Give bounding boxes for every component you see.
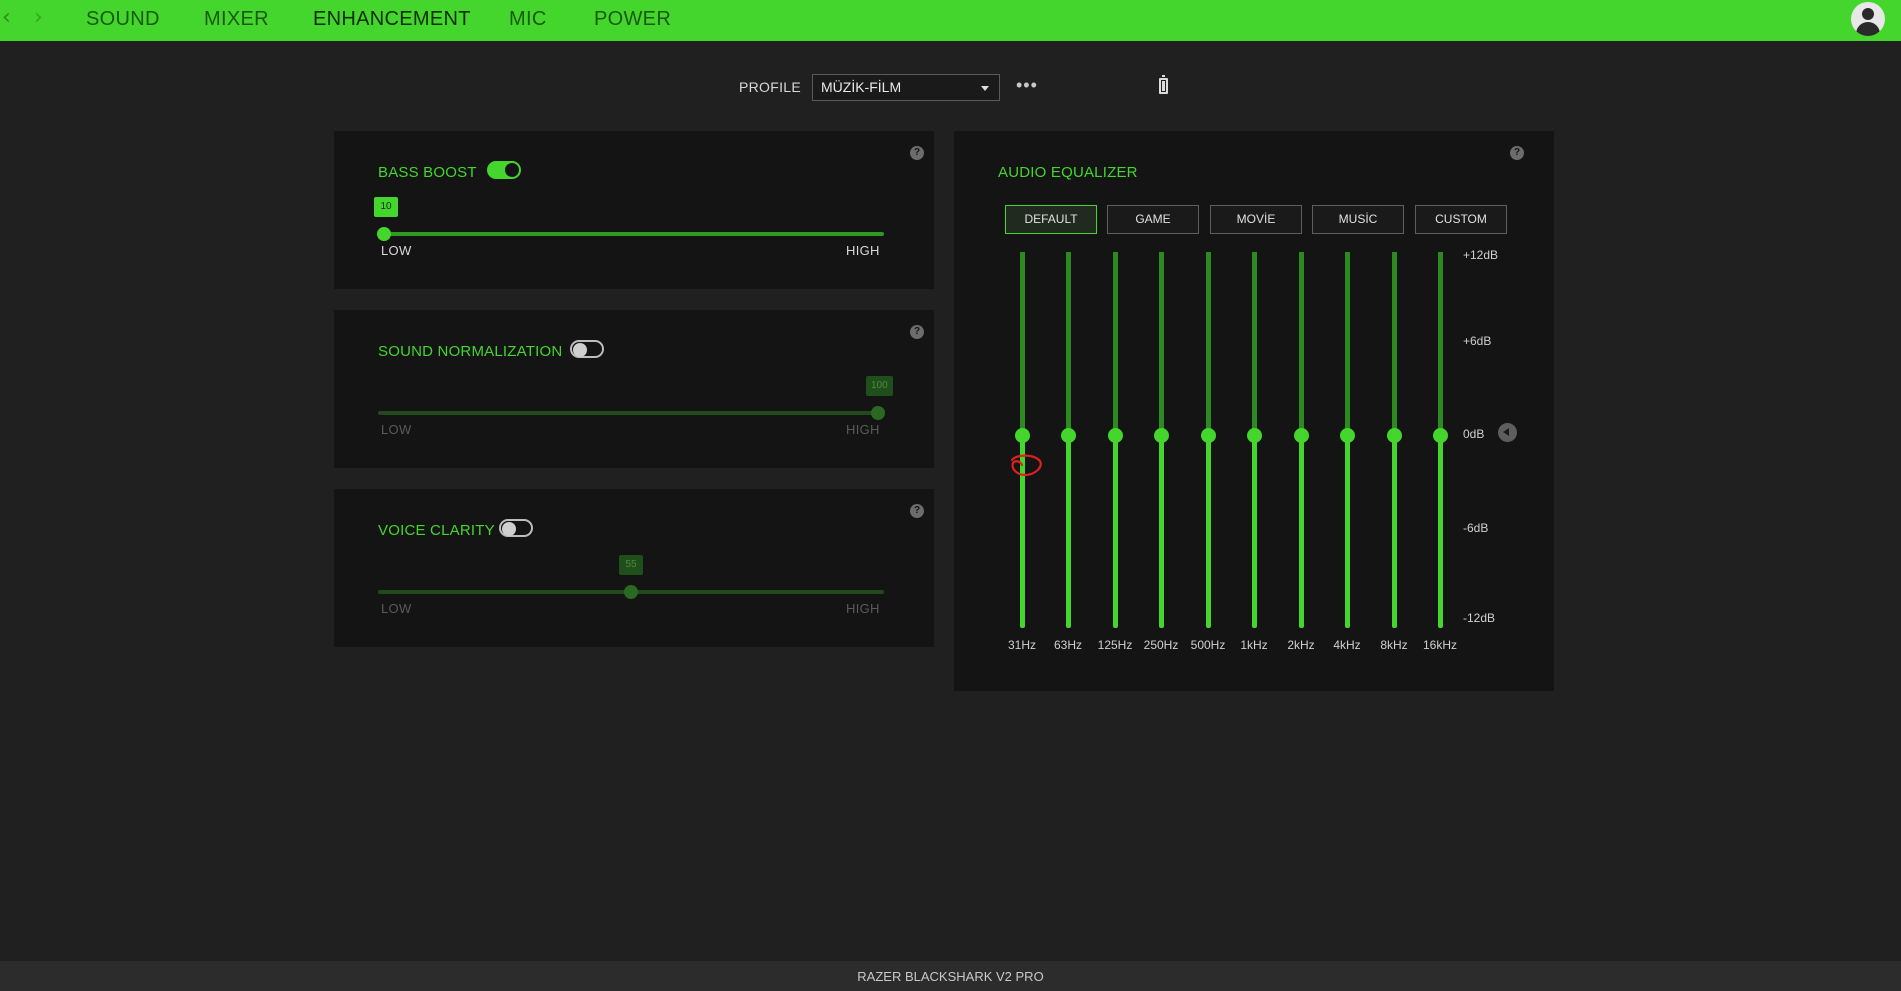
battery-icon (1159, 75, 1168, 94)
profile-dropdown[interactable]: MÜZİK-FİLM (812, 74, 1000, 101)
eq-freq-label: 16kHz (1422, 638, 1457, 652)
eq-band-8khz[interactable] (1379, 252, 1409, 628)
bass-boost-value-badge: 10 (374, 197, 398, 217)
preset-music-button[interactable]: MUSİC (1312, 205, 1404, 234)
bass-boost-toggle[interactable] (487, 161, 521, 179)
eq-band-thumb[interactable] (1015, 428, 1030, 443)
eq-band-1khz[interactable] (1239, 252, 1269, 628)
db-label-minus12: -12dB (1463, 611, 1496, 625)
preset-custom-button[interactable]: CUSTOM (1415, 205, 1507, 234)
preset-movie-button[interactable]: MOVİE (1210, 205, 1302, 234)
voice-clarity-slider-thumb[interactable] (624, 585, 638, 599)
sound-normalization-slider-track[interactable] (378, 411, 884, 415)
eq-band-thumb[interactable] (1433, 428, 1448, 443)
db-label-plus6: +6dB (1463, 334, 1492, 348)
eq-band-thumb[interactable] (1387, 428, 1402, 443)
voice-clarity-toggle[interactable] (499, 519, 533, 537)
tab-power[interactable]: POWER (594, 8, 671, 30)
bass-boost-high-label: HIGH (846, 243, 880, 258)
footer-bar: RAZER BLACKSHARK V2 PRO (0, 961, 1901, 991)
chevron-left-icon[interactable]: ‹ (2, 6, 11, 30)
help-icon[interactable]: ? (910, 504, 924, 518)
eq-band-thumb[interactable] (1061, 428, 1076, 443)
eq-band-thumb[interactable] (1108, 428, 1123, 443)
voice-clarity-high-label: HIGH (846, 601, 880, 616)
bass-boost-slider-track[interactable] (378, 232, 884, 236)
voice-clarity-value-badge: 55 (619, 555, 643, 575)
eq-band-thumb[interactable] (1294, 428, 1309, 443)
eq-band-31hz[interactable] (1007, 252, 1037, 628)
caret-down-icon (981, 86, 989, 91)
db-label-plus12: +12dB (1463, 248, 1499, 262)
eq-band-thumb[interactable] (1201, 428, 1216, 443)
eq-band-thumb[interactable] (1247, 428, 1262, 443)
reset-arrow-icon[interactable] (1498, 423, 1517, 442)
bass-boost-slider-thumb[interactable] (377, 227, 391, 241)
sound-normalization-panel: ? SOUND NORMALIZATION 100 LOW HIGH (334, 310, 934, 468)
sound-normalization-high-label: HIGH (846, 422, 880, 437)
chevron-right-icon[interactable]: › (34, 6, 43, 30)
sound-normalization-title: SOUND NORMALIZATION (378, 343, 563, 360)
profile-selected-value: MÜZİK-FİLM (821, 79, 902, 95)
annotation-circle-mark (1010, 454, 1042, 477)
profile-label: PROFILE (739, 79, 802, 95)
voice-clarity-panel: ? VOICE CLARITY 55 LOW HIGH (334, 489, 934, 647)
sound-normalization-low-label: LOW (381, 422, 412, 437)
sound-normalization-slider-thumb[interactable] (871, 406, 885, 420)
bass-boost-title: BASS BOOST (378, 164, 477, 181)
eq-band-125hz[interactable] (1100, 252, 1130, 628)
eq-band-4khz[interactable] (1332, 252, 1362, 628)
tab-enhancement[interactable]: ENHANCEMENT (313, 8, 471, 30)
bass-boost-panel: ? BASS BOOST 10 LOW HIGH (334, 131, 934, 289)
tab-mic[interactable]: MIC (509, 8, 547, 30)
eq-band-16khz[interactable] (1425, 252, 1455, 628)
voice-clarity-title: VOICE CLARITY (378, 522, 495, 539)
sound-normalization-value-badge: 100 (866, 376, 893, 396)
sound-normalization-toggle[interactable] (570, 340, 604, 358)
preset-default-button[interactable]: DEFAULT (1005, 205, 1097, 234)
top-nav-bar: ‹ › SOUND MIXER ENHANCEMENT MIC POWER (0, 0, 1901, 41)
voice-clarity-low-label: LOW (381, 601, 412, 616)
eq-band-thumb[interactable] (1154, 428, 1169, 443)
help-icon[interactable]: ? (1510, 146, 1524, 160)
help-icon[interactable]: ? (910, 146, 924, 160)
db-label-zero: 0dB (1463, 427, 1485, 441)
tab-sound[interactable]: SOUND (86, 8, 160, 30)
eq-band-2khz[interactable] (1286, 252, 1316, 628)
help-icon[interactable]: ? (910, 325, 924, 339)
preset-game-button[interactable]: GAME (1107, 205, 1199, 234)
eq-band-250hz[interactable] (1146, 252, 1176, 628)
eq-band-thumb[interactable] (1340, 428, 1355, 443)
user-avatar-icon[interactable] (1851, 2, 1885, 36)
eq-band-500hz[interactable] (1193, 252, 1223, 628)
more-dots-icon[interactable]: ••• (1016, 75, 1038, 96)
bass-boost-low-label: LOW (381, 243, 412, 258)
device-name: RAZER BLACKSHARK V2 PRO (857, 969, 1044, 984)
audio-equalizer-title: AUDIO EQUALIZER (998, 164, 1138, 181)
db-label-minus6: -6dB (1463, 521, 1489, 535)
tab-mixer[interactable]: MIXER (204, 8, 269, 30)
eq-band-63hz[interactable] (1053, 252, 1083, 628)
